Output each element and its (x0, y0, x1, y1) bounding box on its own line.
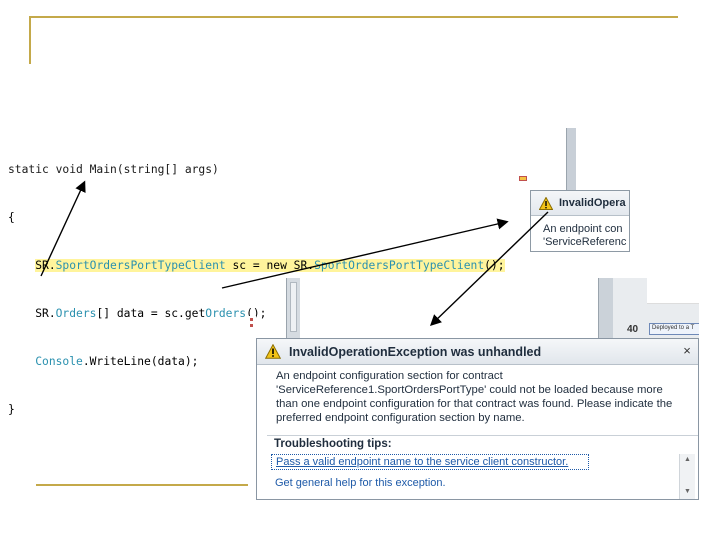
message-line: preferred endpoint configuration section… (276, 412, 525, 424)
dialog-title: InvalidOperationException was unhandled (289, 344, 542, 359)
code-line: SR.Orders[] data = sc.getOrders(); (8, 306, 505, 322)
slide-left-rule (29, 16, 31, 64)
highlighted-statement: SR.SportOrdersPortTypeClient sc = new SR… (35, 259, 505, 272)
exception-popup-message: An endpoint con 'ServiceReferenc (531, 216, 629, 249)
code-line-text: { (8, 211, 15, 224)
error-marker-icon[interactable] (519, 176, 527, 181)
code-tag: Deployed to a T (649, 323, 699, 335)
scroll-down-icon[interactable]: ▼ (684, 488, 691, 495)
scroll-up-icon[interactable]: ▲ (684, 456, 691, 463)
dialog-header: InvalidOperationException was unhandled … (257, 339, 698, 365)
scrollbar-thumb[interactable] (290, 282, 297, 332)
tip-link-general-help[interactable]: Get general help for this exception. (267, 476, 687, 490)
exception-popup-title: InvalidOpera (559, 197, 626, 209)
message-line: 'ServiceReferenc (543, 236, 627, 248)
code-line-text: static void Main(string[] args) (8, 163, 219, 176)
exception-message: An endpoint configuration section for co… (257, 365, 698, 427)
slide-bottom-rule (36, 484, 248, 486)
code-line-highlighted: SR.SportOrdersPortTypeClient sc = new SR… (8, 258, 505, 274)
error-marker-icon[interactable] (248, 316, 256, 332)
close-icon[interactable]: × (680, 344, 694, 358)
troubleshooting-list: Pass a valid endpoint name to the servic… (267, 454, 695, 499)
message-line: An endpoint con (543, 223, 623, 235)
code-line-text: SR.Orders[] data = sc.getOrders(); (35, 307, 267, 320)
exception-popup-preview: InvalidOpera An endpoint con 'ServiceRef… (530, 190, 630, 252)
message-line: than one endpoint configuration for that… (276, 398, 673, 410)
editor-scrollbar[interactable] (566, 128, 576, 192)
troubleshooting-section: Troubleshooting tips: Pass a valid endpo… (267, 435, 698, 499)
code-line-text: } (8, 403, 15, 416)
editor-scrollbar[interactable] (286, 278, 300, 340)
exception-popup-header: InvalidOpera (531, 191, 629, 216)
message-line: 'ServiceReference1.SportOrdersPortType' … (276, 384, 663, 396)
line-number: 40 (627, 324, 639, 335)
message-line: An endpoint configuration section for co… (276, 370, 503, 382)
exception-assistant-dialog: InvalidOperationException was unhandled … (256, 338, 699, 500)
tips-scrollbar[interactable]: ▲ ▼ (679, 454, 695, 499)
troubleshooting-heading: Troubleshooting tips: (274, 438, 392, 450)
code-line: { (8, 210, 505, 226)
editor-scrollbar[interactable] (599, 278, 613, 340)
editor-side-panel: 40 Deployed to a T (598, 278, 699, 340)
code-line: static void Main(string[] args) (8, 162, 505, 178)
code-line-text: Console.WriteLine(data); (35, 355, 199, 368)
document-preview (647, 278, 699, 304)
slide-top-rule (29, 16, 678, 18)
warning-icon (539, 196, 553, 210)
tip-link-endpoint-name[interactable]: Pass a valid endpoint name to the servic… (271, 454, 589, 470)
warning-icon (265, 344, 281, 359)
